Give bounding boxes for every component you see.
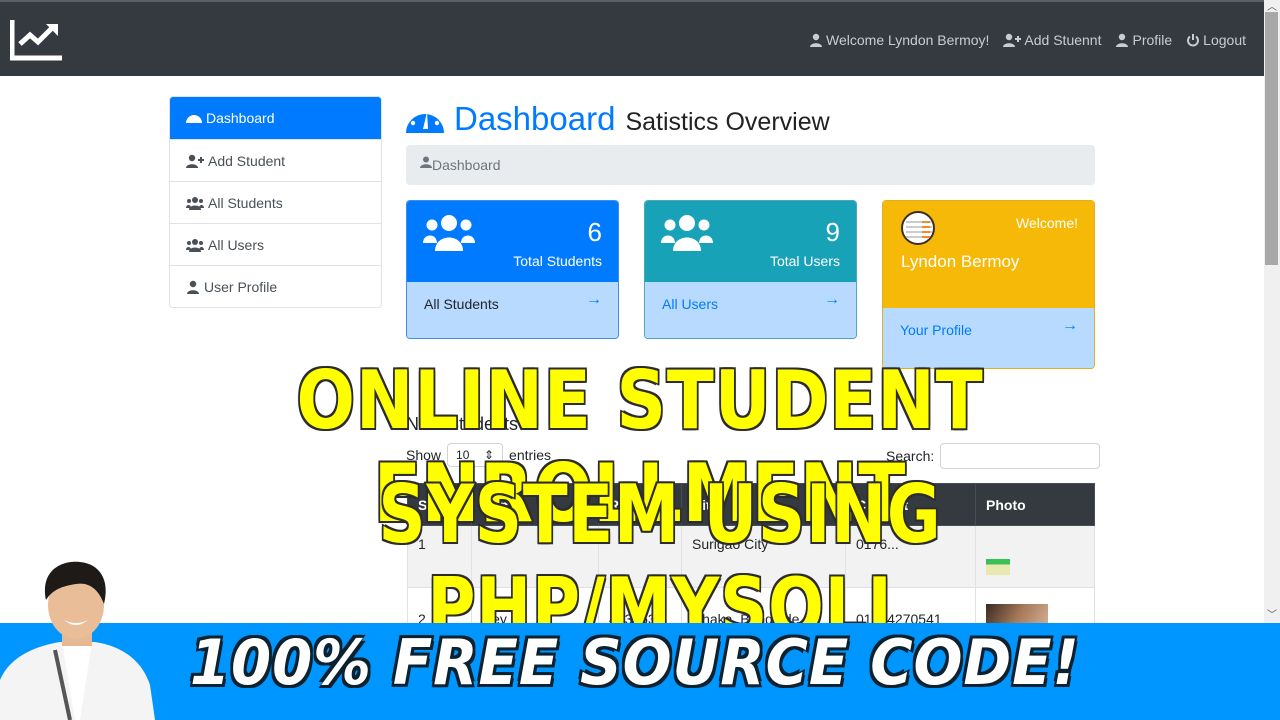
users-icon [423,215,475,251]
nav-add-student-link[interactable]: Add Stuennt [1003,32,1101,48]
total-students-count: 6 [587,217,602,247]
scrollbar-thumb[interactable] [1265,12,1278,265]
users-icon [186,238,204,252]
chart-line-icon[interactable] [10,18,64,62]
arrow-right-icon: → [1062,317,1078,334]
total-users-card: 9 Total Users All Users → [644,200,857,339]
page-title-text: Dashboard [454,100,616,137]
nav-welcome-label: Welcome Lyndon Bermoy! [826,32,990,48]
sidebar-item-dashboard[interactable]: Dashboard [170,97,381,139]
users-icon [186,196,204,210]
scroll-down-arrow-icon[interactable]: ﹀ [1264,609,1280,623]
nav-logout-label: Logout [1203,32,1246,48]
nav-profile-link[interactable]: Profile [1115,32,1172,48]
users-icon [661,215,713,251]
dashboard-gauge-icon [186,115,202,123]
user-icon [810,33,823,47]
user-icon [420,156,432,168]
footer-banner-text: 100% FREE SOURCE CODE! [190,626,1080,699]
sidebar-item-user-profile[interactable]: User Profile [170,265,381,307]
vertical-scrollbar[interactable]: ︿ ﹀ [1264,0,1280,625]
sidebar-item-all-users[interactable]: All Users [170,223,381,265]
sidebar-item-label: Dashboard [206,110,275,126]
total-users-count: 9 [825,217,840,247]
breadcrumb: Dashboard [406,145,1095,185]
sidebar-item-label: User Profile [204,278,278,295]
sidebar-item-label: Add Student [208,152,286,169]
total-users-caption: Total Users [769,253,840,269]
page-title: Dashboard Satistics Overview [406,100,830,138]
user-plus-icon [1003,33,1022,47]
all-students-link-label: All Students [424,296,499,312]
nav-welcome-link[interactable]: Welcome Lyndon Bermoy! [809,32,989,48]
nav-add-student-label: Add Stuennt [1024,32,1102,48]
dashboard-gauge-icon [406,106,444,133]
sidebar-item-label: All Users [208,236,265,253]
top-navbar: Welcome Lyndon Bermoy! Add Stuennt Profi… [0,0,1264,76]
total-students-caption: Total Students [513,253,602,269]
avatar [901,211,935,245]
sidebar-menu: Dashboard Add Student All Students All U… [169,96,382,308]
nav-profile-label: Profile [1132,32,1173,48]
user-icon [1116,33,1129,47]
sidebar-item-label: All Students [208,194,283,211]
user-icon [187,280,199,294]
total-students-card: 6 Total Students All Students → [406,200,619,339]
all-users-link-label: All Users [662,296,719,312]
arrow-right-icon: → [824,291,840,308]
all-students-link[interactable]: All Students → [407,282,618,338]
sidebar-item-all-students[interactable]: All Students [170,181,381,223]
welcome-text: Welcome! [1016,215,1078,231]
user-plus-icon [186,154,204,168]
user-name: Lyndon Bermoy [901,252,1020,271]
nav-logout-link[interactable]: Logout [1186,32,1246,48]
your-profile-link-label: Your Profile [900,322,972,338]
arrow-right-icon: → [586,291,602,308]
profile-card: Welcome! Lyndon Bermoy Your Profile → [882,200,1095,369]
sidebar-item-add-student[interactable]: Add Student [170,139,381,181]
page-subtitle: Satistics Overview [625,108,830,136]
power-icon [1187,34,1200,47]
all-users-link[interactable]: All Users → [645,282,856,338]
breadcrumb-item[interactable]: Dashboard [432,157,501,173]
presenter-photo [0,561,155,720]
navbar-links: Welcome Lyndon Bermoy! Add Stuennt Profi… [809,32,1246,48]
